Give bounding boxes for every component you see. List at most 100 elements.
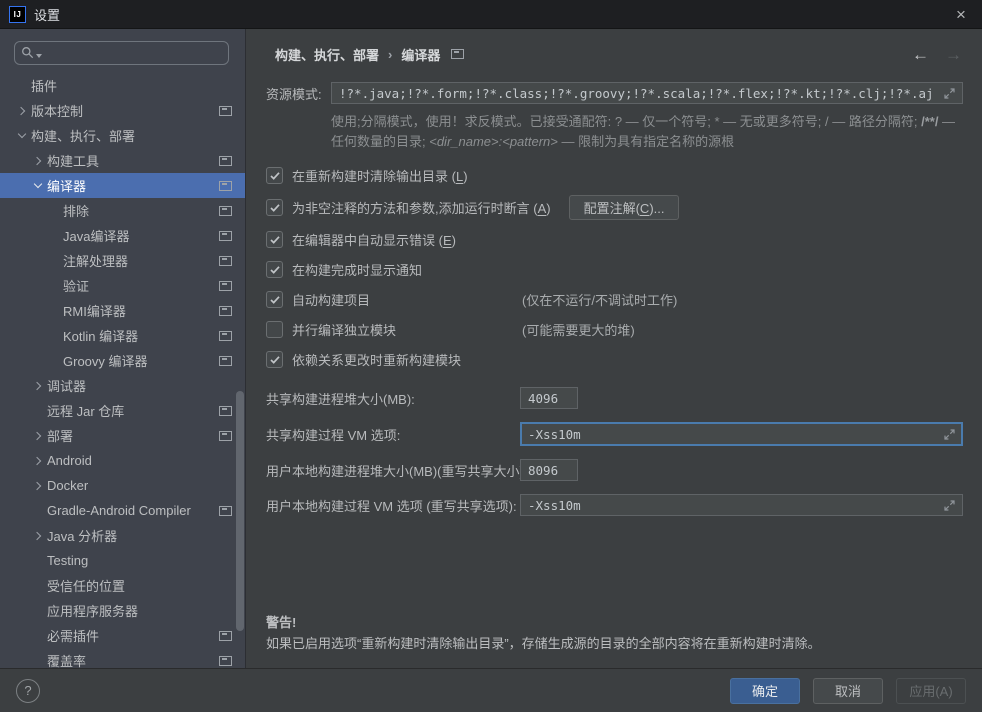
sidebar-item[interactable]: Java 分析器 (0, 523, 245, 548)
settings-page-icon (219, 306, 232, 316)
checkbox-row: 为非空注释的方法和参数,添加运行时断言 (A) 配置注解(C)... (266, 195, 963, 220)
checkmark-icon (270, 296, 280, 304)
sidebar-item[interactable]: 排除 (0, 198, 245, 223)
sidebar-item[interactable]: 受信任的位置 (0, 573, 245, 598)
sidebar-item[interactable]: 远程 Jar 仓库 (0, 398, 245, 423)
ok-button[interactable]: 确定 (730, 678, 800, 704)
settings-page-icon (219, 181, 232, 191)
sidebar-item[interactable]: 调试器 (0, 373, 245, 398)
settings-page-icon (219, 156, 232, 166)
tree-chevron-icon[interactable] (30, 378, 47, 394)
checkbox-row: 在编辑器中自动显示错误 (E) (266, 229, 963, 250)
back-arrow-icon[interactable]: ← (912, 46, 929, 63)
settings-tree: 插件 版本控制 构建、执行、部署 构建工具 编译器 排除 Java编译器 注解处… (0, 71, 245, 668)
help-button[interactable]: ? (16, 679, 40, 703)
sidebar-item-label: 受信任的位置 (47, 576, 125, 595)
checkbox-label: 依赖关系更改时重新构建模块 (292, 350, 461, 369)
tree-chevron-icon (46, 303, 63, 319)
checkmark-icon (270, 266, 280, 274)
cancel-button[interactable]: 取消 (813, 678, 883, 704)
tree-chevron-icon[interactable] (30, 528, 47, 544)
settings-page-icon (219, 506, 232, 516)
checkmark-icon (270, 236, 280, 244)
sidebar-scrollbar-thumb[interactable] (236, 391, 244, 631)
tree-chevron-icon[interactable] (30, 453, 47, 469)
tree-chevron-icon[interactable] (30, 478, 47, 494)
field-input[interactable]: -Xss10m (520, 422, 963, 446)
warning-block: 警告! 如果已启用选项“重新构建时清除输出目录”，存储生成源的目录的全部内容将在… (266, 613, 963, 655)
sidebar-item[interactable]: 注解处理器 (0, 248, 245, 273)
field-input[interactable]: 8096 (520, 459, 578, 481)
sidebar-item-label: Java编译器 (63, 226, 129, 245)
sidebar-item[interactable]: 应用程序服务器 (0, 598, 245, 623)
checkbox[interactable] (266, 321, 283, 338)
sidebar-item[interactable]: 必需插件 (0, 623, 245, 648)
resource-patterns-input[interactable]: !?*.java;!?*.form;!?*.class;!?*.groovy;!… (331, 82, 963, 104)
sidebar-item[interactable]: Android (0, 448, 245, 473)
sidebar-item[interactable]: 构建工具 (0, 148, 245, 173)
warning-title: 警告! (266, 613, 963, 634)
sidebar-item-label: 覆盖率 (47, 651, 86, 668)
sidebar-item[interactable]: 覆盖率 (0, 648, 245, 668)
field-input[interactable]: -Xss10m (520, 494, 963, 516)
settings-page-icon (219, 231, 232, 241)
sidebar-item[interactable]: Kotlin 编译器 (0, 323, 245, 348)
expand-icon[interactable] (944, 500, 955, 511)
sidebar-item[interactable]: Docker (0, 473, 245, 498)
tree-chevron-icon (46, 353, 63, 369)
window-title: 设置 (34, 5, 60, 24)
footer-bar: ? 确定 取消 应用(A) (0, 668, 982, 712)
checkbox[interactable] (266, 291, 283, 308)
sidebar-item[interactable]: 验证 (0, 273, 245, 298)
checkbox[interactable] (266, 351, 283, 368)
form-field-row: 用户本地构建过程 VM 选项 (重写共享选项): -Xss10m (266, 494, 963, 516)
field-input[interactable]: 4096 (520, 387, 578, 409)
checkbox[interactable] (266, 199, 283, 216)
tree-chevron-icon[interactable] (14, 103, 31, 119)
tree-chevron-icon (30, 628, 47, 644)
breadcrumb-parent[interactable]: 构建、执行、部署 (275, 45, 379, 64)
tree-chevron-icon[interactable] (30, 428, 47, 444)
sidebar-item-label: Android (47, 453, 92, 468)
expand-icon[interactable] (944, 429, 955, 440)
sidebar-item[interactable]: 构建、执行、部署 (0, 123, 245, 148)
settings-dialog: IJ 设置 × 插件 版本控制 构建、执行、部署 (0, 0, 982, 712)
search-icon (21, 46, 35, 60)
intellij-logo-icon: IJ (9, 6, 26, 23)
sidebar-item[interactable]: 编译器 (0, 173, 245, 198)
sidebar-item[interactable]: Testing (0, 548, 245, 573)
sidebar-item[interactable]: RMI编译器 (0, 298, 245, 323)
tree-chevron-icon (46, 203, 63, 219)
sidebar-item-label: 排除 (63, 201, 89, 220)
resource-patterns-hint: 使用;分隔模式，使用！求反模式。已接受通配符: ? — 仅一个符号; * — 无… (331, 112, 963, 152)
checkbox-label: 自动构建项目 (292, 290, 522, 309)
checkbox[interactable] (266, 231, 283, 248)
expand-icon[interactable] (944, 88, 955, 99)
sidebar-item[interactable]: Gradle-Android Compiler (0, 498, 245, 523)
sidebar-item-label: Groovy 编译器 (63, 351, 148, 370)
tree-chevron-icon[interactable] (14, 128, 31, 144)
tree-chevron-icon[interactable] (30, 153, 47, 169)
sidebar-item-label: Gradle-Android Compiler (47, 503, 191, 518)
tree-chevron-icon (46, 228, 63, 244)
search-input[interactable] (14, 41, 229, 65)
sidebar-item[interactable]: 插件 (0, 73, 245, 98)
sidebar-item[interactable]: Groovy 编译器 (0, 348, 245, 373)
configure-annotations-button[interactable]: 配置注解(C)... (569, 195, 680, 220)
sidebar-item[interactable]: 版本控制 (0, 98, 245, 123)
sidebar-item[interactable]: Java编译器 (0, 223, 245, 248)
page-inplace-icon[interactable] (451, 49, 464, 59)
search-options-caret-icon[interactable] (36, 54, 42, 58)
field-label: 用户本地构建进程堆大小(MB)(重写共享大小): (266, 461, 520, 480)
sidebar-item[interactable]: 部署 (0, 423, 245, 448)
close-icon[interactable]: × (948, 6, 974, 23)
checkbox[interactable] (266, 167, 283, 184)
checkbox[interactable] (266, 261, 283, 278)
field-value: -Xss10m (528, 427, 581, 442)
form-field-row: 共享构建过程 VM 选项: -Xss10m (266, 422, 963, 446)
checkbox-label: 在编辑器中自动显示错误 (E) (292, 230, 456, 249)
sidebar-item-label: 构建、执行、部署 (31, 126, 135, 145)
dialog-body: 插件 版本控制 构建、执行、部署 构建工具 编译器 排除 Java编译器 注解处… (0, 29, 982, 668)
tree-chevron-icon[interactable] (30, 178, 47, 194)
breadcrumb-separator: › (388, 47, 392, 62)
